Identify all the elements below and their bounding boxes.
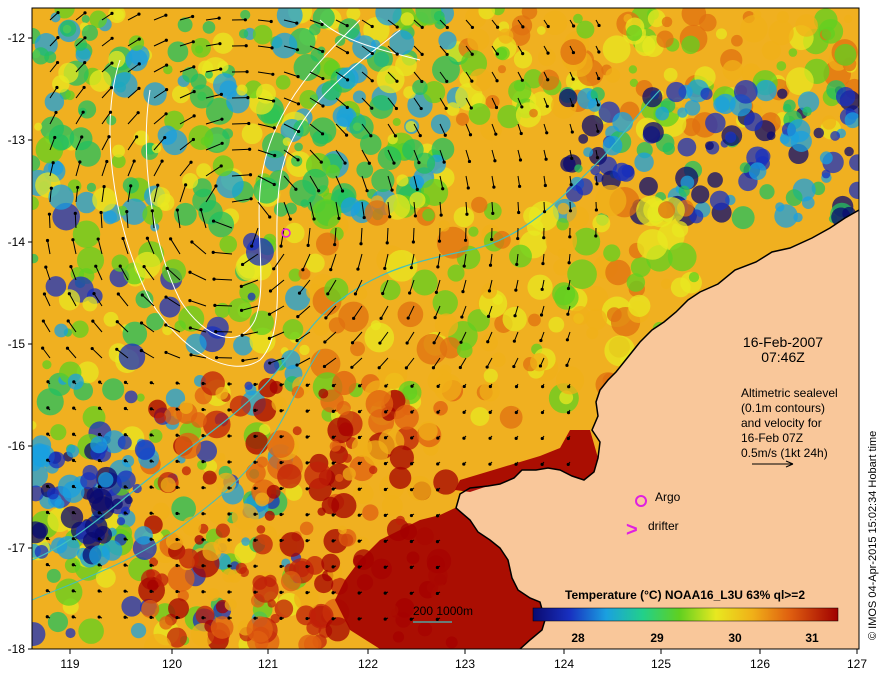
colorbar xyxy=(532,607,839,622)
drifter-legend-label: drifter xyxy=(648,519,679,533)
colorbar-title: Temperature (°C) NOAA16_L3U 63% ql>=2 xyxy=(565,588,805,602)
x-tick-label: 125 xyxy=(651,657,671,671)
isobath-legend-label: 200 1000m xyxy=(413,604,473,618)
colorbar-tick: 29 xyxy=(650,631,664,645)
x-tick-label: 123 xyxy=(455,657,475,671)
colorbar-tick: 28 xyxy=(571,631,585,645)
altimetry-line: 0.5m/s (1kt 24h) xyxy=(741,446,828,460)
x-tick-label: 127 xyxy=(847,657,867,671)
sst-field xyxy=(32,8,859,649)
argo-legend-label: Argo xyxy=(655,490,681,504)
altimetry-line: Altimetric sealevel xyxy=(741,386,838,400)
altimetry-line: (0.1m contours) xyxy=(741,401,825,415)
y-tick-label: -16 xyxy=(8,439,26,453)
y-tick-label: -18 xyxy=(8,642,26,656)
sst-map: -12 -13 -14 -15 -16 -17 -18 119 120 121 … xyxy=(8,7,879,671)
x-axis: 119 120 121 122 123 124 125 126 127 xyxy=(60,649,867,671)
drifter-legend-icon: > xyxy=(626,519,638,541)
y-tick-label: -14 xyxy=(8,235,26,249)
altimetry-line: 16-Feb 07Z xyxy=(741,431,803,445)
x-tick-label: 126 xyxy=(750,657,770,671)
x-tick-label: 120 xyxy=(162,657,182,671)
y-tick-label: -17 xyxy=(8,541,26,555)
y-tick-label: -15 xyxy=(8,337,26,351)
credit-text: © IMOS 04-Apr-2015 15:02:34 Hobart time xyxy=(867,431,879,640)
map-time: 07:46Z xyxy=(761,349,805,365)
x-tick-label: 119 xyxy=(60,657,79,671)
x-tick-label: 122 xyxy=(358,657,378,671)
y-axis: -12 -13 -14 -15 -16 -17 -18 xyxy=(8,31,32,656)
x-tick-label: 121 xyxy=(258,657,278,671)
altimetry-line: and velocity for xyxy=(741,416,822,430)
x-tick-label: 124 xyxy=(554,657,574,671)
colorbar-tick: 31 xyxy=(805,631,819,645)
y-tick-label: -12 xyxy=(8,31,26,45)
y-tick-label: -13 xyxy=(8,133,26,147)
map-date: 16-Feb-2007 xyxy=(743,334,823,350)
colorbar-tick: 30 xyxy=(728,631,742,645)
